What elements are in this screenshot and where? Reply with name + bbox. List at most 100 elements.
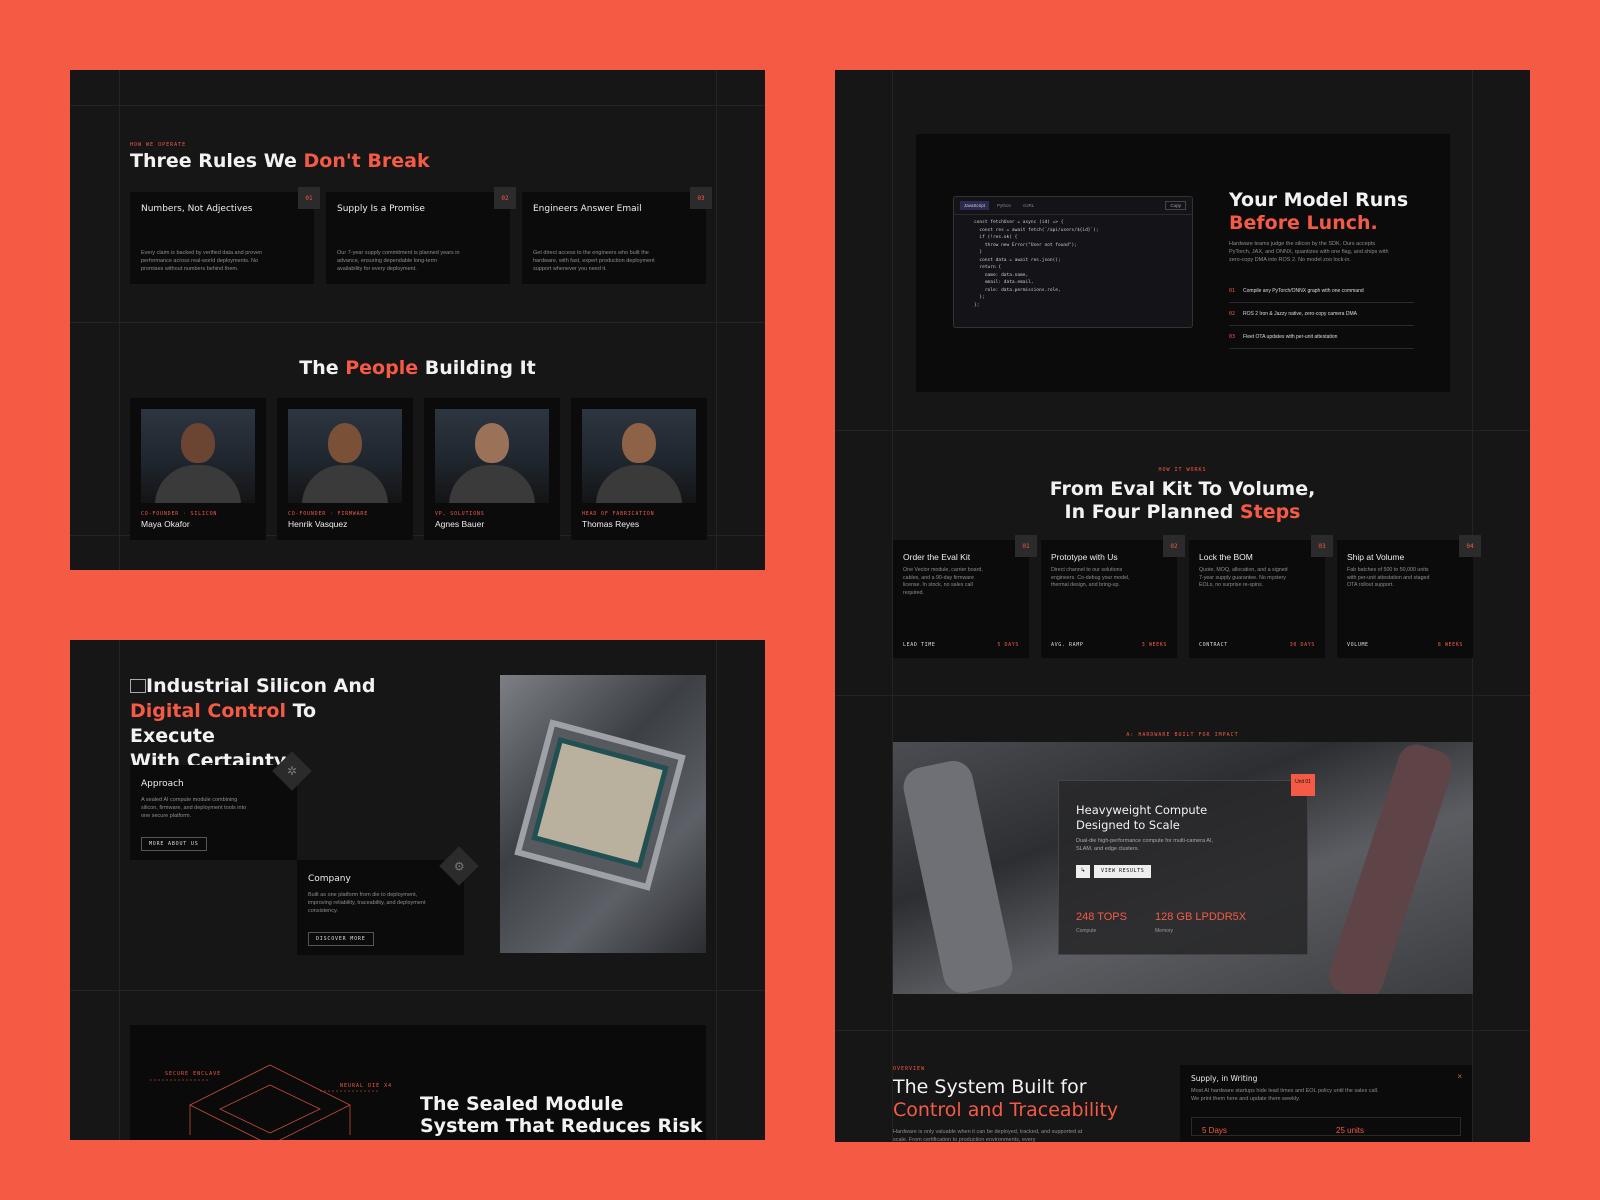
team-member-card[interactable]: CO-FOUNDER · FIRMWARE Henrik Vasquez xyxy=(277,398,413,540)
code-line: const res = await fetch(`/api/users/${id… xyxy=(974,227,1099,233)
team-member-role: CO-FOUNDER · SILICON xyxy=(141,511,218,517)
supply-card: Supply, in Writing × Most AI hardware st… xyxy=(1180,1065,1472,1142)
overview-title: The System Built for Control and Traceabi… xyxy=(893,1076,1119,1121)
rules-eyebrow: HOW WE OPERATE xyxy=(130,142,187,148)
rule-card: 01 Numbers, Not Adjectives Every claim i… xyxy=(130,187,320,284)
supply-stat: 25 units xyxy=(1336,1126,1365,1135)
code-line: name: data.name, xyxy=(974,272,1029,278)
copy-button[interactable]: Copy xyxy=(1165,201,1186,210)
model-runs-text: Hardware teams judge the silicon by the … xyxy=(1229,241,1389,263)
approach-card: ✲ Approach A sealed AI compute module co… xyxy=(130,751,312,860)
feature-list: 01 Compile any PyTorch/ONNX graph with on… xyxy=(1229,280,1414,349)
step-number: 01 xyxy=(1015,535,1037,557)
step-metric-label: AVG. RAMP xyxy=(1051,642,1084,648)
phone-icon[interactable]: ↳ xyxy=(1076,865,1090,878)
code-line: const data = await res.json(); xyxy=(974,257,1061,263)
feature-item: 02 ROS 2 Iron & Jazzy native, zero-copy c… xyxy=(1229,303,1414,326)
overview-eyebrow: OVERVIEW xyxy=(893,1066,926,1072)
supply-stats: 5 Days 25 units xyxy=(1191,1117,1461,1136)
team-member-name: Maya Okafor xyxy=(141,519,190,529)
hardware-eyebrow: A: HARDWARE BUILT FOR IMPACT xyxy=(1126,732,1239,738)
step-number: 02 xyxy=(1163,535,1185,557)
code-line: throw new Error("User not found"); xyxy=(974,242,1077,248)
rule-number: 01 xyxy=(298,187,320,209)
isometric-module-diagram xyxy=(150,1064,380,1140)
unit-badge: Unit 01 xyxy=(1291,774,1315,796)
team-member-role: CO-FOUNDER · FIRMWARE xyxy=(288,511,369,517)
close-icon[interactable]: × xyxy=(1457,1072,1462,1081)
approach-text: A sealed AI compute module combining sil… xyxy=(141,797,247,819)
tab-python[interactable]: Python xyxy=(993,201,1015,210)
compute-title: Heavyweight Compute Designed to Scale xyxy=(1076,803,1208,832)
tab-javascript[interactable]: JavaScript xyxy=(960,201,990,210)
rule-number: 02 xyxy=(494,187,516,209)
step-title: Order the Eval Kit xyxy=(903,552,971,562)
step-metric-label: LEAD TIME xyxy=(903,642,936,648)
step-card: 01 Order the Eval Kit One Vector module,… xyxy=(893,535,1037,658)
feature-item: 03 Fleet OTA updates with per-unit attest… xyxy=(1229,326,1414,349)
code-line: return { xyxy=(974,265,1002,270)
step-metric-value: 3 WEEKS xyxy=(1141,642,1167,648)
step-metric-label: VOLUME xyxy=(1347,642,1369,648)
step-number: 03 xyxy=(1311,535,1333,557)
rule-text: Get direct access to the engineers who b… xyxy=(533,250,655,272)
code-line: } xyxy=(974,250,983,255)
code-line: email: data.email, xyxy=(974,280,1034,285)
industrial-title: Industrial Silicon And Digital Control T… xyxy=(130,675,376,772)
rule-text: Our 7-year supply commitment is planned … xyxy=(337,250,460,272)
secure-enclave-label: SECURE ENCLAVE xyxy=(165,1071,222,1077)
team-member-photo xyxy=(288,409,402,503)
panel-rules-people: HOW WE OPERATE Three Rules We Don't Brea… xyxy=(70,70,765,570)
more-about-us-button[interactable]: MORE ABOUT US xyxy=(141,837,207,851)
stat-memory-value: 128 GB LPDDR5X xyxy=(1155,911,1247,923)
steps-title: From Eval Kit To Volume, In Four Planned … xyxy=(1049,478,1316,523)
people-title: The People Building It xyxy=(299,357,536,379)
rule-text: Every claim is backed by verified data a… xyxy=(141,250,263,272)
code-line: if (!res.ok) { xyxy=(974,235,1018,240)
team-member-name: Henrik Vasquez xyxy=(288,519,348,529)
team-member-photo xyxy=(582,409,696,503)
discover-more-button[interactable]: DISCOVER MORE xyxy=(308,932,374,946)
team-member-card[interactable]: CO-FOUNDER · SILICON Maya Okafor xyxy=(130,398,266,540)
model-runs-title: Your Model Runs Before Lunch. xyxy=(1229,189,1409,234)
step-title: Ship at Volume xyxy=(1347,552,1405,562)
step-card: 04 Ship at Volume Fab batches of 500 to … xyxy=(1337,535,1481,658)
stat-compute-label: Compute xyxy=(1076,928,1097,934)
code-line: }; xyxy=(974,295,985,300)
code-line: const fetchUser = async (id) => { xyxy=(974,220,1064,225)
team-member-role: HEAD OF FABRICATION xyxy=(582,511,655,517)
team-member-photo xyxy=(141,409,255,503)
supply-title: Supply, in Writing xyxy=(1191,1074,1258,1083)
model-runs-card: JavaScript Python cURL Copy const fetchU… xyxy=(916,134,1450,392)
step-desc: Fab batches of 500 to 50,000 units with … xyxy=(1347,567,1430,588)
step-card: 03 Lock the BOM Quote, MOQ, allocation, … xyxy=(1189,535,1333,658)
cpu-socket-image xyxy=(500,675,706,953)
step-desc: Direct channel to our solutions engineer… xyxy=(1051,567,1130,588)
company-title: Company xyxy=(308,874,351,884)
code-block: const fetchUser = async (id) => { const … xyxy=(954,215,1192,313)
team-member-card[interactable]: VP, SOLUTIONS Agnes Bauer xyxy=(424,398,560,540)
gear-icon: ⚙ xyxy=(439,846,479,886)
company-text: Built as one platform from die to deploy… xyxy=(308,892,426,914)
view-results-button[interactable]: VIEW RESULTS xyxy=(1094,865,1152,878)
team-member-card[interactable]: HEAD OF FABRICATION Thomas Reyes xyxy=(571,398,707,540)
sealed-module-title: The Sealed Module System That Reduces Ris… xyxy=(420,1093,703,1137)
stat-compute-value: 248 TOPS xyxy=(1076,911,1127,923)
stat-memory-label: Memory xyxy=(1155,928,1174,934)
approach-title: Approach xyxy=(141,779,184,789)
rule-card: 03 Engineers Answer Email Get direct acc… xyxy=(522,187,712,284)
step-desc: Quote, MOQ, allocation, and a signed 7-y… xyxy=(1199,567,1288,588)
compute-text: Dual-die high-performance compute for mu… xyxy=(1076,838,1213,852)
code-line: role: data.permissions.role, xyxy=(974,287,1061,293)
step-title: Lock the BOM xyxy=(1199,552,1253,562)
team-member-name: Agnes Bauer xyxy=(435,519,485,529)
step-card: 02 Prototype with Us Direct channel to o… xyxy=(1041,535,1185,658)
rule-card: 02 Supply Is a Promise Our 7-year supply… xyxy=(326,187,516,284)
team-member-name: Thomas Reyes xyxy=(582,519,640,529)
step-title: Prototype with Us xyxy=(1051,552,1118,562)
step-metric-value: 30 DAYS xyxy=(1289,642,1315,648)
supply-text: Most AI hardware startups hide lead time… xyxy=(1191,1088,1379,1102)
rule-title: Numbers, Not Adjectives xyxy=(141,204,253,214)
feature-item: 01 Compile any PyTorch/ONNX graph with on… xyxy=(1229,280,1414,303)
tab-curl[interactable]: cURL xyxy=(1019,201,1038,210)
